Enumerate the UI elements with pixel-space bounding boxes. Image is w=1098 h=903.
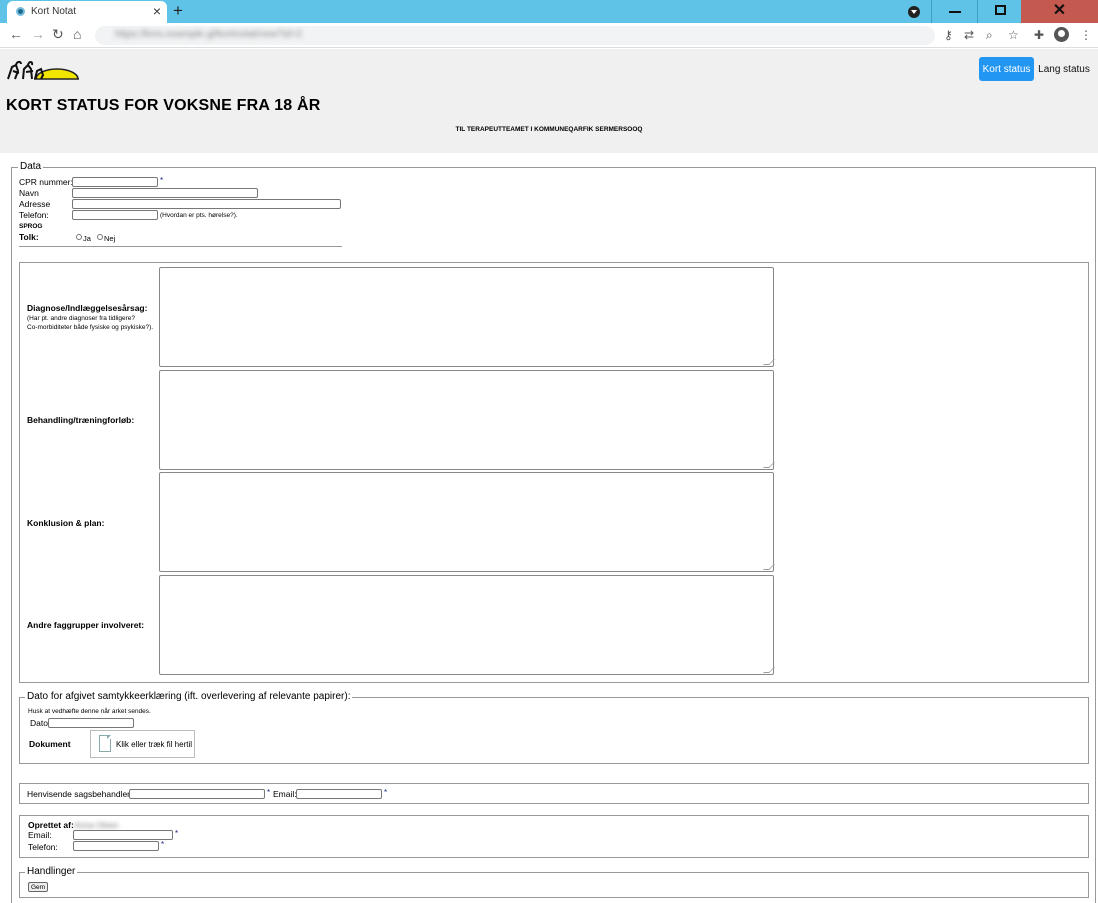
document-icon (99, 735, 111, 752)
diagnose-hint-1: (Har pt. andre diagnoser fra tidligere? (27, 315, 136, 322)
page-title: KORT STATUS FOR VOKSNE FRA 18 ÅR (6, 97, 321, 114)
navn-input[interactable] (72, 188, 258, 198)
lang-status-button[interactable]: Lang status (1036, 57, 1092, 81)
logo-icon (7, 60, 80, 85)
address-bar[interactable]: https://kms.example.gl/kortnotat/new?id=… (95, 26, 935, 45)
adresse-label: Adresse (19, 199, 51, 209)
sprog-label: SPROG (19, 223, 43, 230)
browser-toolbar: ← → ↻ ⌂ https://kms.example.gl/kortnotat… (0, 23, 1098, 48)
tolk-nej-radio[interactable] (97, 234, 103, 240)
tab-search-icon[interactable] (908, 6, 920, 18)
creator-fieldset: Oprettet af: Anna Olsen Email: * Telefon… (19, 815, 1089, 858)
window-close-icon[interactable]: ✕ (1021, 0, 1098, 23)
menu-kebab-icon[interactable]: ⋮ (1080, 28, 1092, 42)
tolk-label: Tolk: (19, 232, 39, 242)
profile-avatar-icon[interactable] (1054, 27, 1069, 42)
page-header: KORT STATUS FOR VOKSNE FRA 18 ÅR TIL TER… (0, 49, 1098, 153)
tab-title: Kort Notat (31, 6, 77, 17)
diagnose-hint-2: Co-morbiditeter både fysiske og psykiske… (27, 324, 154, 331)
telefon-input[interactable] (72, 210, 158, 220)
telefon-label: Telefon: (19, 210, 49, 220)
tab-close-icon[interactable]: × (153, 3, 161, 19)
back-icon[interactable]: ← (9, 26, 23, 42)
zoom-icon[interactable]: ⌕ (986, 28, 993, 43)
dokument-label: Dokument (29, 739, 71, 749)
konklusion-label: Konklusion & plan: (27, 518, 105, 528)
referral-email-input[interactable] (296, 789, 382, 799)
diagnose-label: Diagnose/Indlæggelsesårsag: (27, 303, 148, 313)
navn-label: Navn (19, 188, 39, 198)
referral-email-label: Email: (273, 789, 297, 799)
henvisende-label: Henvisende sagsbehandler: (27, 789, 133, 799)
cpr-required-marker: * (160, 176, 164, 185)
creator-email-label: Email: (28, 830, 52, 840)
henvisende-required-marker: * (267, 788, 271, 797)
behandling-textarea[interactable] (159, 370, 774, 470)
tolk-ja-radio[interactable] (76, 234, 82, 240)
tab-kort-notat[interactable]: Kort Notat × (7, 1, 167, 23)
cpr-input[interactable] (72, 177, 158, 187)
reload-icon[interactable]: ↻ (52, 26, 64, 43)
consent-hint: Husk at vedhæfte denne når arket sendes. (28, 708, 151, 715)
tolk-ja-label: Ja (83, 234, 91, 243)
actions-legend: Handlinger (25, 866, 78, 877)
behandling-label: Behandling/træningforløb: (27, 415, 135, 425)
data-divider (19, 246, 342, 247)
andre-faggrupper-textarea[interactable] (159, 575, 774, 675)
konklusion-textarea[interactable] (159, 472, 774, 572)
henvisende-input[interactable] (129, 789, 265, 799)
referral-fieldset: Henvisende sagsbehandler: * Email: * (19, 783, 1089, 804)
bookmark-star-icon[interactable]: ☆ (1008, 28, 1019, 42)
translate-icon[interactable]: ⇄ (964, 28, 974, 42)
creator-telefon-required-marker: * (161, 840, 165, 849)
adresse-input[interactable] (72, 199, 341, 209)
key-icon[interactable]: ⚷ (944, 28, 953, 42)
creator-telefon-input[interactable] (73, 841, 159, 851)
maximize-icon[interactable] (977, 0, 1023, 23)
referral-email-required-marker: * (384, 788, 388, 797)
telefon-hint: (Hvordan er pts. hørelse?). (160, 212, 238, 219)
gem-button[interactable]: Gem (28, 882, 48, 892)
forward-icon[interactable]: → (31, 26, 45, 42)
tolk-nej-label: Nej (104, 234, 116, 243)
favicon-icon (16, 7, 25, 16)
home-icon[interactable]: ⌂ (73, 26, 81, 42)
oprettet-label: Oprettet af: (28, 820, 74, 830)
creator-telefon-label: Telefon: (28, 842, 58, 852)
page-subtitle: TIL TERAPEUTTEAMET I KOMMUNEQARFIK SERME… (455, 126, 643, 133)
url-text: https://kms.example.gl/kortnotat/new?id=… (115, 29, 303, 40)
data-legend: Data (18, 161, 44, 172)
diagnose-textarea[interactable] (159, 267, 774, 367)
upload-text: Klik eller træk fil hertil (116, 740, 193, 749)
dato-label: Dato (30, 718, 48, 728)
consent-legend: Dato for afgivet samtykkeerklæring (ift.… (25, 691, 353, 702)
dato-input[interactable] (48, 718, 134, 728)
oprettet-name: Anna Olsen (74, 820, 119, 830)
minimize-icon[interactable] (931, 0, 977, 23)
consent-fieldset: Dato for afgivet samtykkeerklæring (ift.… (19, 691, 1089, 764)
new-tab-icon[interactable]: + (173, 1, 183, 21)
file-upload-dropzone[interactable]: Klik eller træk fil hertil (90, 730, 195, 758)
creator-email-input[interactable] (73, 830, 173, 840)
actions-fieldset: Handlinger Gem (19, 866, 1089, 898)
kort-status-button[interactable]: Kort status (979, 57, 1034, 81)
cpr-label: CPR nummer: (19, 177, 73, 187)
creator-email-required-marker: * (175, 829, 179, 838)
tab-bar: Kort Notat × + ✕ (0, 0, 1098, 23)
extensions-icon[interactable]: ✚ (1034, 28, 1044, 42)
andre-faggrupper-label: Andre faggrupper involveret: (27, 620, 145, 630)
